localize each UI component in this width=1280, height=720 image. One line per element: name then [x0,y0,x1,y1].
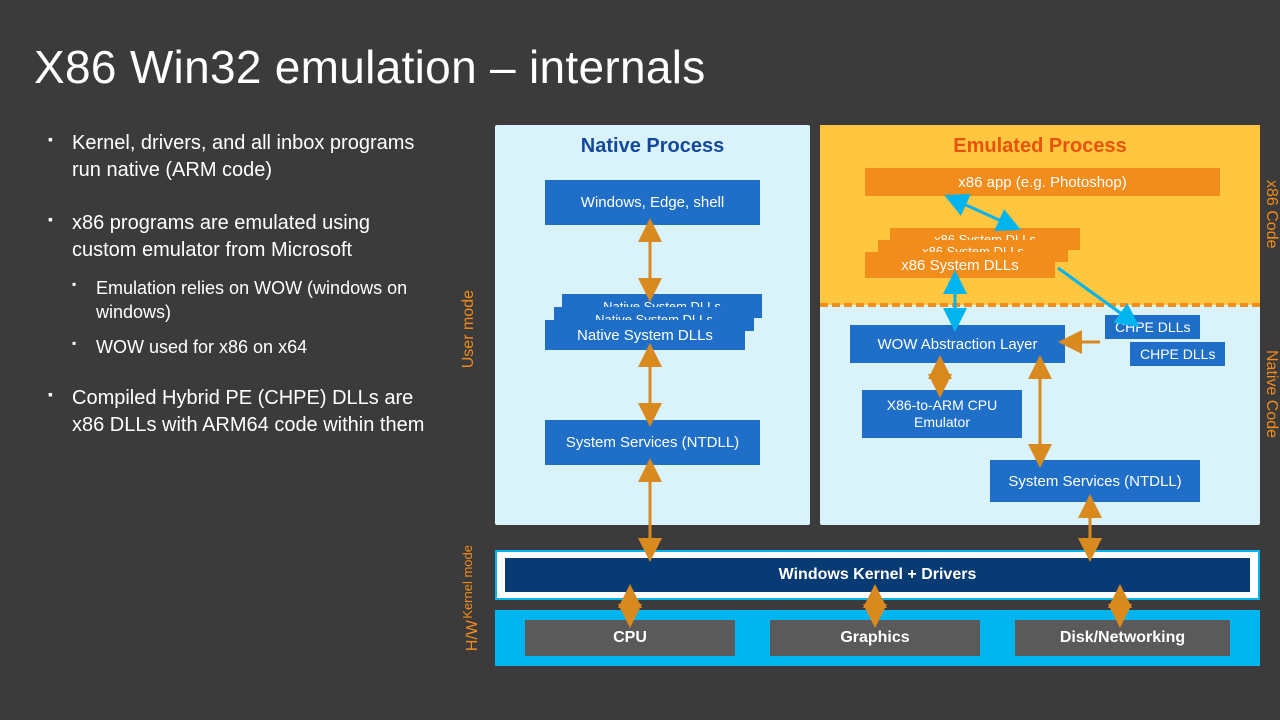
bullet-3: Compiled Hybrid PE (CHPE) DLLs are x86 D… [48,385,428,439]
label-user-mode: User mode [460,290,478,368]
box-cpu-emulator: X86-to-ARM CPU Emulator [862,390,1022,438]
box-x86-app: x86 app (e.g. Photoshop) [865,168,1220,196]
native-title: Native Process [495,125,810,158]
box-disk-net: Disk/Networking [1015,620,1230,656]
box-chpe-1: CHPE DLLs [1105,315,1200,339]
box-kernel: Windows Kernel + Drivers [505,558,1250,592]
box-cpu: CPU [525,620,735,656]
box-x86-dll-a: x86 System DLLs [865,252,1055,278]
box-wow: WOW Abstraction Layer [850,325,1065,363]
box-native-apps: Windows, Edge, shell [545,180,760,225]
box-emul-ntdll: System Services (NTDLL) [990,460,1200,502]
label-x86-code: x86 Code [1262,180,1280,249]
box-native-dll-a: Native System DLLs [545,320,745,350]
label-kernel-mode: Kernel mode [460,545,475,619]
architecture-diagram: User mode Kernel mode H/W x86 Code Nativ… [450,120,1270,700]
label-native-code: Native Code [1262,350,1280,438]
bullet-2a: Emulation relies on WOW (windows on wind… [72,276,428,325]
emul-title: Emulated Process [820,125,1260,158]
bullet-2-text: x86 programs are emulated using custom e… [72,212,370,261]
bullet-list: Kernel, drivers, and all inbox programs … [48,130,428,465]
box-native-ntdll: System Services (NTDLL) [545,420,760,465]
bullet-1: Kernel, drivers, and all inbox programs … [48,130,428,184]
bullet-2b: WOW used for x86 on x64 [72,335,428,359]
box-chpe-2: CHPE DLLs [1130,342,1225,366]
label-hw: H/W [464,620,482,651]
bullet-2: x86 programs are emulated using custom e… [48,210,428,359]
slide-title: X86 Win32 emulation – internals [34,40,706,94]
dashed-separator [820,303,1260,307]
box-graphics: Graphics [770,620,980,656]
